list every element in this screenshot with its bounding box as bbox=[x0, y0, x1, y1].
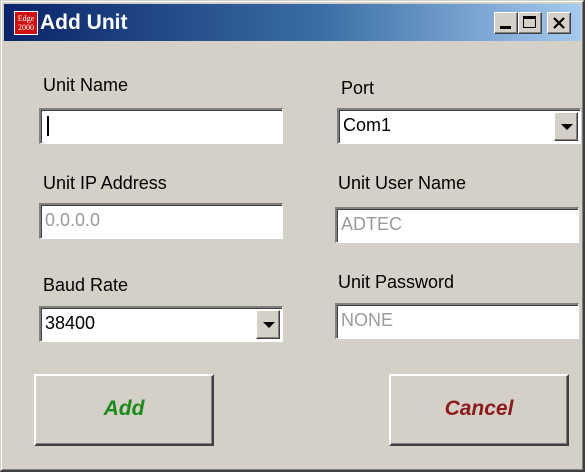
window-title: Add Unit bbox=[40, 11, 128, 34]
unit-ip-value: 0.0.0.0 bbox=[45, 210, 101, 230]
port-select[interactable]: Com1 bbox=[337, 108, 581, 144]
chevron-down-icon bbox=[263, 322, 275, 328]
unit-ip-input[interactable]: 0.0.0.0 bbox=[39, 203, 283, 239]
baud-rate-select[interactable]: 38400 bbox=[39, 306, 283, 342]
add-unit-dialog: Edge 2000 Add Unit Unit Name Port Com1 U… bbox=[0, 0, 585, 472]
close-icon bbox=[553, 17, 565, 29]
unit-name-input[interactable] bbox=[39, 108, 283, 144]
port-selected-value: Com1 bbox=[343, 115, 392, 135]
unit-user-label: Unit User Name bbox=[338, 173, 467, 193]
cancel-button[interactable]: Cancel bbox=[389, 374, 569, 446]
maximize-button[interactable] bbox=[518, 12, 542, 34]
unit-password-value: NONE bbox=[341, 310, 394, 330]
app-icon: Edge 2000 bbox=[14, 11, 38, 35]
unit-user-value: ADTEC bbox=[341, 214, 403, 234]
add-button-label: Add bbox=[103, 397, 145, 420]
add-button[interactable]: Add bbox=[34, 374, 214, 446]
title-bar[interactable]: Edge 2000 Add Unit bbox=[4, 4, 581, 41]
minimize-icon bbox=[500, 26, 511, 29]
unit-password-label: Unit Password bbox=[338, 272, 455, 292]
baud-rate-label: Baud Rate bbox=[43, 275, 129, 295]
text-cursor bbox=[47, 116, 49, 137]
cancel-button-label: Cancel bbox=[444, 397, 514, 420]
port-label: Port bbox=[341, 78, 375, 98]
unit-ip-label: Unit IP Address bbox=[43, 173, 167, 193]
baud-rate-dropdown-button[interactable] bbox=[256, 310, 280, 339]
unit-user-input[interactable]: ADTEC bbox=[335, 207, 579, 243]
unit-password-input[interactable]: NONE bbox=[335, 303, 579, 339]
maximize-icon bbox=[523, 16, 536, 28]
port-dropdown-button[interactable] bbox=[554, 112, 578, 141]
app-icon-line-1: Edge bbox=[17, 14, 35, 23]
baud-rate-selected-value: 38400 bbox=[45, 313, 96, 333]
minimize-button[interactable] bbox=[494, 12, 518, 34]
app-icon-line-2: 2000 bbox=[18, 23, 34, 32]
chevron-down-icon bbox=[561, 124, 573, 130]
unit-name-label: Unit Name bbox=[43, 75, 129, 95]
close-button[interactable] bbox=[547, 12, 571, 34]
